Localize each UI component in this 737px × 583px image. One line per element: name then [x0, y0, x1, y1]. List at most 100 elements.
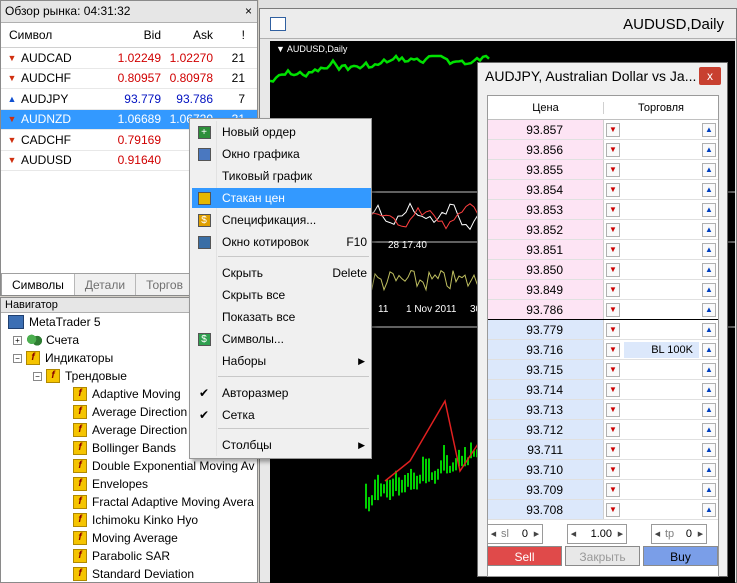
menu-item-11[interactable]: ✔ Авторазмер	[192, 383, 371, 403]
sell-limit-icon[interactable]: ▼	[606, 442, 620, 457]
dom-row-ask[interactable]: 93.786 ▼ ▲	[488, 300, 718, 320]
buy-limit-icon[interactable]: ▲	[702, 342, 716, 357]
tab-details[interactable]: Детали	[75, 274, 137, 295]
dom-row-ask[interactable]: 93.854 ▼ ▲	[488, 180, 718, 200]
sell-limit-icon[interactable]: ▼	[606, 422, 620, 437]
sl-field[interactable]: ◀ sl 0 ▶	[487, 524, 543, 544]
dom-row-ask[interactable]: 93.850 ▼ ▲	[488, 260, 718, 280]
decrement-icon[interactable]: ◀	[568, 530, 579, 538]
dom-row-ask[interactable]: 93.852 ▼ ▲	[488, 220, 718, 240]
buy-limit-icon[interactable]: ▲	[702, 222, 716, 237]
sell-limit-icon[interactable]: ▼	[606, 182, 620, 197]
tree-item-indicator[interactable]: f Ichimoku Kinko Hyo	[1, 511, 257, 529]
sell-limit-icon[interactable]: ▼	[606, 362, 620, 377]
menu-item-8[interactable]: Показать все	[192, 307, 371, 327]
sell-limit-icon[interactable]: ▼	[606, 482, 620, 497]
buy-limit-icon[interactable]: ▲	[702, 262, 716, 277]
buy-limit-icon[interactable]: ▲	[702, 462, 716, 477]
buy-limit-icon[interactable]: ▲	[702, 502, 716, 517]
sell-limit-icon[interactable]: ▼	[606, 382, 620, 397]
menu-item-3[interactable]: Стакан цен	[192, 188, 371, 208]
buy-limit-icon[interactable]: ▲	[702, 122, 716, 137]
tree-item-indicator[interactable]: f Parabolic SAR	[1, 547, 257, 565]
column-ask[interactable]: Ask	[161, 28, 213, 42]
increment-icon[interactable]: ▶	[615, 530, 626, 538]
column-spread[interactable]: !	[213, 28, 253, 42]
sell-limit-icon[interactable]: ▼	[606, 242, 620, 257]
dom-row-bid[interactable]: 93.714 ▼ ▲	[488, 380, 718, 400]
dom-row-bid[interactable]: 93.716 ▼ BL 100K ▲	[488, 340, 718, 360]
buy-limit-icon[interactable]: ▲	[702, 302, 716, 317]
menu-item-13[interactable]: Столбцы ▶	[192, 435, 371, 455]
menu-item-10[interactable]: Наборы ▶	[192, 351, 371, 371]
increment-icon[interactable]: ▶	[531, 530, 542, 538]
tp-field[interactable]: ◀ tp 0 ▶	[651, 524, 707, 544]
tree-item-indicator[interactable]: f Fractal Adaptive Moving Avera	[1, 493, 257, 511]
buy-limit-icon[interactable]: ▲	[702, 422, 716, 437]
tab-symbols[interactable]: Символы	[1, 274, 75, 295]
buy-limit-icon[interactable]: ▲	[702, 182, 716, 197]
decrement-icon[interactable]: ◀	[652, 530, 663, 538]
sell-limit-icon[interactable]: ▼	[606, 122, 620, 137]
sell-limit-icon[interactable]: ▼	[606, 142, 620, 157]
dom-row-ask[interactable]: 93.851 ▼ ▲	[488, 240, 718, 260]
collapse-icon[interactable]: −	[13, 353, 22, 363]
dom-row-bid[interactable]: 93.708 ▼ ▲	[488, 500, 718, 520]
increment-icon[interactable]: ▶	[695, 530, 706, 538]
tree-item-indicator[interactable]: f Double Exponential Moving Av	[1, 457, 257, 475]
sell-limit-icon[interactable]: ▼	[606, 402, 620, 417]
menu-item-2[interactable]: Тиковый график	[192, 166, 371, 186]
column-bid[interactable]: Bid	[111, 28, 161, 42]
sell-limit-icon[interactable]: ▼	[606, 462, 620, 477]
buy-limit-icon[interactable]: ▲	[702, 142, 716, 157]
dom-row-ask[interactable]: 93.857 ▼ ▲	[488, 120, 718, 140]
buy-limit-icon[interactable]: ▲	[702, 162, 716, 177]
close-icon[interactable]: x	[699, 67, 721, 85]
dom-row-bid[interactable]: 93.713 ▼ ▲	[488, 400, 718, 420]
sell-limit-icon[interactable]: ▼	[606, 502, 620, 517]
buy-limit-icon[interactable]: ▲	[702, 202, 716, 217]
tree-item-indicator[interactable]: f Moving Average	[1, 529, 257, 547]
dom-row-bid[interactable]: 93.715 ▼ ▲	[488, 360, 718, 380]
buy-limit-icon[interactable]: ▲	[702, 382, 716, 397]
buy-limit-icon[interactable]: ▲	[702, 282, 716, 297]
sell-limit-icon[interactable]: ▼	[606, 302, 620, 317]
sell-limit-icon[interactable]: ▼	[606, 342, 620, 357]
sell-limit-icon[interactable]: ▼	[606, 282, 620, 297]
buy-limit-icon[interactable]: ▲	[702, 482, 716, 497]
dom-row-ask[interactable]: 93.855 ▼ ▲	[488, 160, 718, 180]
dom-row-ask[interactable]: 93.856 ▼ ▲	[488, 140, 718, 160]
menu-item-4[interactable]: $ Спецификация...	[192, 210, 371, 230]
buy-limit-icon[interactable]: ▲	[702, 322, 716, 337]
buy-limit-icon[interactable]: ▲	[702, 402, 716, 417]
close-icon[interactable]: ×	[245, 4, 252, 18]
dom-row-bid[interactable]: 93.709 ▼ ▲	[488, 480, 718, 500]
expand-icon[interactable]: +	[13, 335, 22, 345]
sell-button[interactable]: Sell	[487, 546, 562, 566]
menu-item-5[interactable]: Окно котировок F10	[192, 232, 371, 252]
menu-item-1[interactable]: Окно графика	[192, 144, 371, 164]
menu-item-9[interactable]: $ Символы...	[192, 329, 371, 349]
menu-item-12[interactable]: ✔ Сетка	[192, 405, 371, 425]
sell-limit-icon[interactable]: ▼	[606, 202, 620, 217]
sell-limit-icon[interactable]: ▼	[606, 222, 620, 237]
menu-item-7[interactable]: Скрыть все	[192, 285, 371, 305]
volume-field[interactable]: ◀ 1.00 ▶	[567, 524, 627, 544]
sell-limit-icon[interactable]: ▼	[606, 262, 620, 277]
market-watch-row-audjpy[interactable]: ▲ AUDJPY 93.779 93.786 7	[1, 89, 257, 110]
close-position-button[interactable]: Закрыть	[565, 546, 640, 566]
buy-button[interactable]: Buy	[643, 546, 718, 566]
menu-item-0[interactable]: + Новый ордер	[192, 122, 371, 142]
dom-row-bid[interactable]: 93.710 ▼ ▲	[488, 460, 718, 480]
sell-limit-icon[interactable]: ▼	[606, 162, 620, 177]
dom-row-ask[interactable]: 93.849 ▼ ▲	[488, 280, 718, 300]
dom-row-bid[interactable]: 93.711 ▼ ▲	[488, 440, 718, 460]
buy-limit-icon[interactable]: ▲	[702, 242, 716, 257]
buy-limit-icon[interactable]: ▲	[702, 362, 716, 377]
sell-limit-icon[interactable]: ▼	[606, 322, 620, 337]
tab-trading[interactable]: Торгов	[136, 274, 194, 295]
decrement-icon[interactable]: ◀	[488, 530, 499, 538]
tree-item-indicator[interactable]: f Envelopes	[1, 475, 257, 493]
dom-row-ask[interactable]: 93.853 ▼ ▲	[488, 200, 718, 220]
market-watch-row-audcad[interactable]: ▼ AUDCAD 1.02249 1.02270 21	[1, 48, 257, 69]
